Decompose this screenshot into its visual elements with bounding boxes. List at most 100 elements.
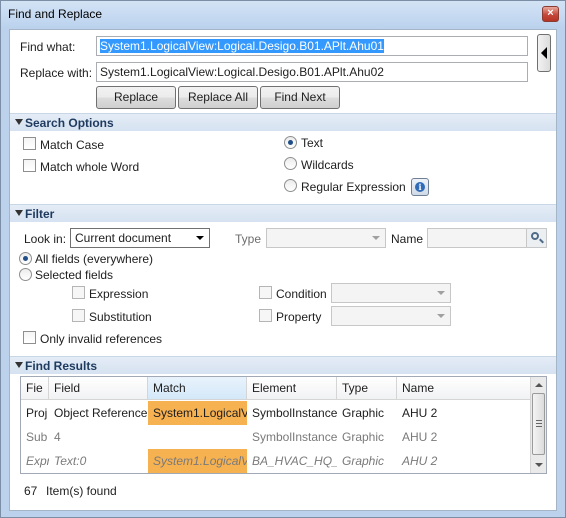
cell-element: BA_HVAC_HQ_ bbox=[252, 454, 337, 468]
wildcards-mode-radio[interactable] bbox=[284, 157, 297, 170]
scroll-down-icon[interactable] bbox=[535, 463, 543, 467]
property-checkbox[interactable] bbox=[259, 309, 272, 322]
result-count: 67 bbox=[24, 484, 38, 498]
all-fields-label: All fields (everywhere) bbox=[35, 252, 154, 266]
replace-with-label: Replace with: bbox=[20, 66, 93, 80]
collapse-side-button[interactable] bbox=[537, 34, 551, 72]
condition-label: Condition bbox=[276, 287, 327, 301]
title-bar[interactable]: Find and Replace × bbox=[1, 1, 565, 27]
substitution-label: Substitution bbox=[89, 310, 152, 324]
cell-type: Graphic bbox=[342, 406, 385, 420]
search-options-title: Search Options bbox=[25, 116, 114, 130]
regex-mode-label: Regular Expression bbox=[301, 180, 406, 194]
cell-fie: Sub bbox=[26, 430, 48, 444]
results-scrollbar[interactable] bbox=[530, 377, 546, 473]
find-what-input[interactable]: System1.LogicalView:Logical.Desigo.B01.A… bbox=[96, 36, 528, 56]
table-row[interactable]: Expr Text:0 System1.LogicalVi BA_HVAC_HQ… bbox=[21, 449, 531, 473]
regex-mode-radio[interactable] bbox=[284, 179, 297, 192]
cell-field: 4 bbox=[54, 430, 61, 444]
search-icon bbox=[531, 232, 539, 240]
cell-match bbox=[148, 425, 247, 449]
find-next-button[interactable]: Find Next bbox=[260, 86, 340, 109]
cell-type: Graphic bbox=[342, 454, 385, 468]
column-header-field[interactable]: Field bbox=[49, 377, 148, 399]
replace-with-input[interactable]: System1.LogicalView:Logical.Desigo.B01.A… bbox=[96, 62, 528, 82]
info-icon: i bbox=[415, 182, 425, 192]
find-replace-window: Find and Replace × Find what: System1.Lo… bbox=[0, 0, 566, 518]
cell-name: AHU 2 bbox=[402, 454, 438, 468]
collapse-arrow-icon bbox=[15, 119, 23, 125]
column-header-fie[interactable]: Fie bbox=[21, 377, 49, 399]
column-header-name[interactable]: Name bbox=[397, 377, 531, 399]
regex-info-button[interactable]: i bbox=[411, 178, 429, 196]
wildcards-mode-label: Wildcards bbox=[301, 158, 354, 172]
match-case-label: Match Case bbox=[40, 138, 105, 152]
cell-type: Graphic bbox=[342, 430, 385, 444]
look-in-dropdown[interactable]: Current document bbox=[70, 228, 210, 248]
replace-all-button[interactable]: Replace All bbox=[178, 86, 258, 109]
cell-element: SymbolInstance bbox=[252, 430, 337, 444]
all-fields-radio[interactable] bbox=[19, 252, 32, 265]
table-row[interactable]: Proj Object Reference System1.LogicalVi … bbox=[21, 401, 531, 425]
close-button[interactable]: × bbox=[542, 6, 559, 22]
expression-label: Expression bbox=[89, 287, 149, 301]
results-grid: Fie Field Match Element Type Name Proj O… bbox=[20, 376, 547, 474]
find-what-value: System1.LogicalView:Logical.Desigo.B01.A… bbox=[100, 39, 384, 53]
look-in-value: Current document bbox=[75, 231, 172, 245]
chevron-down-icon bbox=[437, 291, 445, 295]
chevron-down-icon bbox=[372, 236, 380, 240]
table-row[interactable]: Sub 4 SymbolInstance Graphic AHU 2 bbox=[21, 425, 531, 449]
look-in-label: Look in: bbox=[24, 232, 67, 246]
text-mode-label: Text bbox=[301, 136, 324, 150]
selected-fields-label: Selected fields bbox=[35, 268, 114, 282]
collapse-arrow-icon bbox=[15, 210, 23, 216]
name-label: Name bbox=[391, 232, 424, 246]
search-button[interactable] bbox=[526, 229, 546, 247]
cell-field: Text:0 bbox=[54, 454, 87, 468]
scroll-up-icon[interactable] bbox=[535, 383, 543, 387]
find-what-label: Find what: bbox=[20, 40, 76, 54]
cell-element: SymbolInstance bbox=[252, 406, 337, 420]
column-header-match[interactable]: Match bbox=[148, 377, 247, 399]
chevron-down-icon bbox=[437, 314, 445, 318]
cell-name: AHU 2 bbox=[402, 406, 438, 420]
cell-match: System1.LogicalVi bbox=[148, 449, 247, 473]
text-mode-radio[interactable] bbox=[284, 136, 297, 149]
column-header-type[interactable]: Type bbox=[337, 377, 397, 399]
window-title: Find and Replace bbox=[8, 7, 103, 21]
only-invalid-checkbox[interactable] bbox=[23, 331, 36, 344]
result-count-label: Item(s) found bbox=[46, 484, 117, 498]
cell-fie: Proj bbox=[26, 406, 48, 420]
find-results-header[interactable]: Find Results bbox=[10, 356, 556, 374]
arrow-left-icon bbox=[541, 47, 547, 59]
expression-checkbox[interactable] bbox=[72, 286, 85, 299]
condition-dropdown[interactable] bbox=[331, 283, 451, 303]
name-search-input[interactable] bbox=[427, 228, 547, 248]
match-whole-word-label: Match whole Word bbox=[40, 160, 140, 174]
search-options-header[interactable]: Search Options bbox=[10, 113, 556, 131]
cell-match: System1.LogicalVi bbox=[148, 401, 247, 425]
property-dropdown[interactable] bbox=[331, 306, 451, 326]
results-grid-header: Fie Field Match Element Type Name bbox=[21, 377, 531, 400]
scroll-thumb[interactable] bbox=[532, 393, 545, 455]
type-dropdown[interactable] bbox=[266, 228, 386, 248]
filter-title: Filter bbox=[25, 207, 55, 221]
column-header-element[interactable]: Element bbox=[247, 377, 337, 399]
selected-fields-radio[interactable] bbox=[19, 268, 32, 281]
cell-fie: Expr bbox=[26, 454, 49, 468]
replace-button[interactable]: Replace bbox=[96, 86, 176, 109]
condition-checkbox[interactable] bbox=[259, 286, 272, 299]
match-case-checkbox[interactable] bbox=[23, 137, 36, 150]
cell-name: AHU 2 bbox=[402, 430, 438, 444]
cell-field: Object Reference bbox=[54, 406, 148, 420]
property-label: Property bbox=[276, 310, 322, 324]
type-label: Type bbox=[235, 232, 262, 246]
match-whole-word-checkbox[interactable] bbox=[23, 159, 36, 172]
dialog-content: Find what: System1.LogicalView:Logical.D… bbox=[9, 29, 557, 511]
substitution-checkbox[interactable] bbox=[72, 309, 85, 322]
collapse-arrow-icon bbox=[15, 362, 23, 368]
status-bar: 67 Item(s) found bbox=[10, 474, 556, 510]
filter-header[interactable]: Filter bbox=[10, 204, 556, 222]
chevron-down-icon bbox=[196, 236, 204, 240]
find-results-title: Find Results bbox=[25, 359, 98, 373]
